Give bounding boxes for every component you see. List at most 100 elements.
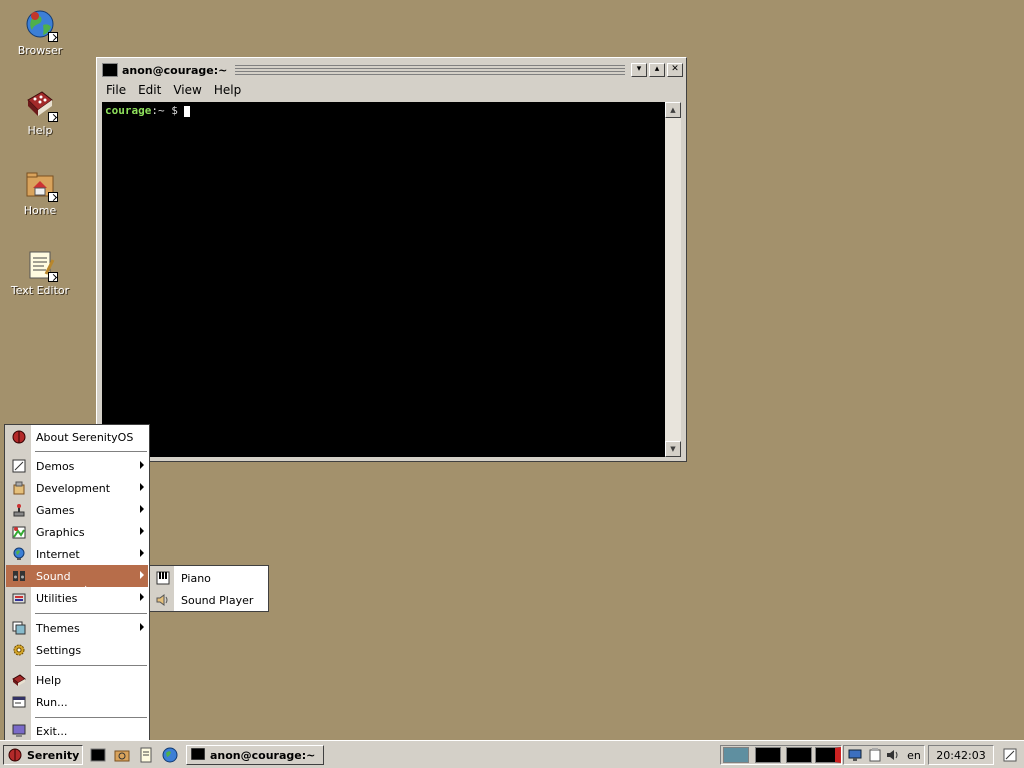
close-button[interactable]: ✕ xyxy=(667,63,683,77)
scroll-down-button[interactable]: ▼ xyxy=(665,441,681,457)
submenu-arrow-icon xyxy=(140,505,144,513)
menu-item-piano[interactable]: Piano xyxy=(151,567,267,589)
quicklaunch-file-manager-icon[interactable] xyxy=(113,746,131,764)
menu-item-label: Demos xyxy=(36,459,75,473)
quicklaunch-browser-icon[interactable] xyxy=(161,746,179,764)
menu-item-label: Utilities xyxy=(36,591,78,605)
menu-item-label: Exit... xyxy=(36,724,68,738)
menu-item-label: Development xyxy=(36,481,111,495)
submenu-arrow-icon xyxy=(140,623,144,631)
menu-item-settings[interactable]: Settings xyxy=(6,639,148,661)
menu-item-sound[interactable]: Sound xyxy=(6,565,148,587)
submenu-arrow-icon xyxy=(140,549,144,557)
serenity-ladybug-icon xyxy=(8,748,22,762)
menu-item-run[interactable]: Run... xyxy=(6,691,148,713)
taskbar: Serenity anon@courage:~ en 20:42:03 xyxy=(0,740,1024,768)
terminal-output[interactable]: courage:~ $ xyxy=(102,102,665,457)
volume-icon[interactable] xyxy=(884,746,902,764)
terminal-window[interactable]: anon@courage:~ ▾ ▴ ✕ File Edit View Help… xyxy=(96,57,687,462)
titlebar-stripes xyxy=(235,65,625,75)
workspace-2[interactable] xyxy=(755,747,781,763)
workspace-1[interactable] xyxy=(723,747,749,763)
notification-center-icon[interactable] xyxy=(1001,746,1019,764)
menu-item-themes[interactable]: Themes xyxy=(6,617,148,639)
sound-icon xyxy=(12,569,26,583)
demos-icon xyxy=(12,459,26,473)
themes-icon xyxy=(12,621,26,635)
keyboard-layout-indicator[interactable]: en xyxy=(904,746,924,764)
maximize-button[interactable]: ▴ xyxy=(649,63,665,77)
menu-file[interactable]: File xyxy=(100,83,132,97)
speaker-icon xyxy=(156,593,170,607)
utilities-icon xyxy=(12,591,26,605)
sound-submenu: Piano Sound Player xyxy=(149,565,269,612)
menu-item-label: Run... xyxy=(36,695,68,709)
menu-view[interactable]: View xyxy=(167,83,207,97)
taskbar-window-button[interactable]: anon@courage:~ xyxy=(186,745,324,765)
terminal-icon xyxy=(190,747,206,762)
menu-item-label: Games xyxy=(36,503,75,517)
run-icon xyxy=(12,695,26,709)
desktop-icon-browser[interactable]: Browser xyxy=(0,8,80,57)
menu-item-help[interactable]: Help xyxy=(6,669,148,691)
exit-icon xyxy=(12,724,26,738)
workspace-3[interactable] xyxy=(786,747,812,763)
menu-item-label: Settings xyxy=(36,643,82,657)
submenu-arrow-icon xyxy=(140,527,144,535)
home-folder-icon xyxy=(24,168,58,202)
desktop-icon-home[interactable]: Home xyxy=(0,168,80,217)
menu-separator xyxy=(35,613,147,615)
menu-item-internet[interactable]: Internet xyxy=(6,543,148,565)
prompt-path: :~ $ xyxy=(151,104,185,117)
menu-separator xyxy=(35,451,147,453)
workspace-4[interactable] xyxy=(815,747,841,763)
quicklaunch-text-editor-icon[interactable] xyxy=(137,746,155,764)
menu-separator xyxy=(35,717,147,719)
serenity-ladybug-icon xyxy=(12,430,26,444)
menu-item-label: Help xyxy=(36,673,62,687)
quicklaunch-terminal-icon[interactable] xyxy=(89,746,107,764)
desktop-icon-help[interactable]: Help xyxy=(0,88,80,137)
minimize-button[interactable]: ▾ xyxy=(631,63,647,77)
vertical-scrollbar[interactable]: ▲ ▼ xyxy=(665,102,681,457)
clock[interactable]: 20:42:03 xyxy=(928,745,994,765)
menu-item-demos[interactable]: Demos xyxy=(6,455,148,477)
help-book-icon xyxy=(24,88,58,122)
terminal-icon xyxy=(102,63,118,77)
menu-item-utilities[interactable]: Utilities xyxy=(6,587,148,609)
text-cursor xyxy=(184,105,191,117)
network-icon[interactable] xyxy=(846,746,864,764)
menu-item-development[interactable]: Development xyxy=(6,477,148,499)
submenu-arrow-icon xyxy=(140,593,144,601)
desktop-icon-label: Browser xyxy=(17,44,63,57)
menu-item-label: About SerenityOS xyxy=(36,430,134,444)
start-button-label: Serenity xyxy=(27,748,80,762)
menubar: File Edit View Help xyxy=(100,80,683,100)
menu-item-label: Sound Player xyxy=(181,593,254,607)
help-book-icon xyxy=(12,673,26,687)
window-titlebar[interactable]: anon@courage:~ ▾ ▴ ✕ xyxy=(100,61,683,79)
desktop-icon-label: Text Editor xyxy=(10,284,70,297)
internet-icon xyxy=(12,547,26,561)
taskbar-window-label: anon@courage:~ xyxy=(210,748,316,762)
menu-item-exit[interactable]: Exit... xyxy=(6,720,148,742)
menu-item-games[interactable]: Games xyxy=(6,499,148,521)
clipboard-icon[interactable] xyxy=(866,746,884,764)
joystick-icon xyxy=(12,503,26,517)
menu-edit[interactable]: Edit xyxy=(132,83,167,97)
start-button[interactable]: Serenity xyxy=(3,745,83,765)
submenu-arrow-icon xyxy=(140,461,144,469)
piano-icon xyxy=(156,571,170,585)
menu-item-graphics[interactable]: Graphics xyxy=(6,521,148,543)
menu-help[interactable]: Help xyxy=(208,83,247,97)
globe-icon xyxy=(24,8,58,42)
prompt-host: courage xyxy=(105,104,152,117)
menu-item-label: Sound xyxy=(36,569,71,583)
graphics-icon xyxy=(12,525,26,539)
menu-item-about[interactable]: About SerenityOS xyxy=(6,426,148,448)
scroll-up-button[interactable]: ▲ xyxy=(665,102,681,118)
desktop-icon-label: Help xyxy=(27,124,53,137)
desktop-icon-text-editor[interactable]: Text Editor xyxy=(0,248,80,297)
menu-item-sound-player[interactable]: Sound Player xyxy=(151,589,267,611)
menu-item-label: Themes xyxy=(36,621,80,635)
